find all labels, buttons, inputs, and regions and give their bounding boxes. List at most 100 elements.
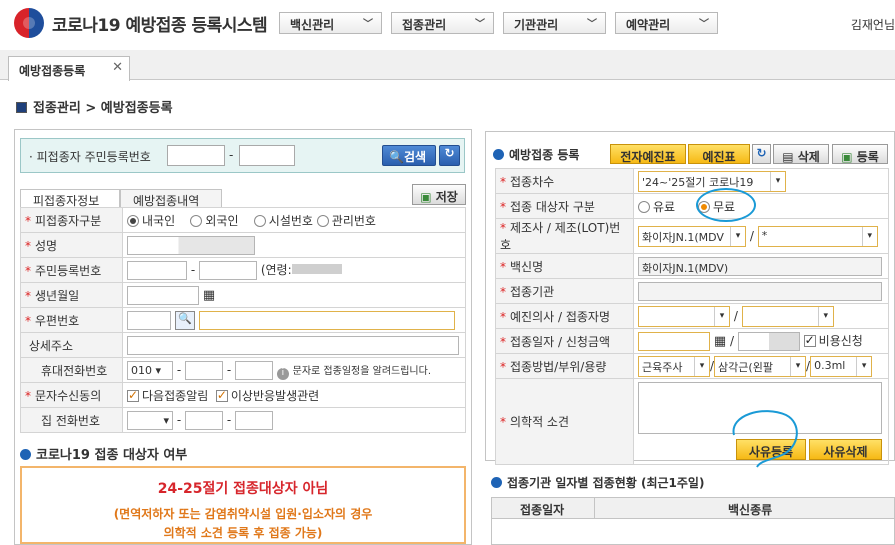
refresh-icon[interactable]: ↻ [439,145,460,166]
row-label: 집 전화번호 [20,407,123,433]
checkbox-label: 비용신청 [818,333,863,348]
dose-select[interactable]: '24~'25절기 코로나19 ▾ [638,170,786,192]
refresh-icon[interactable]: ↻ [752,144,771,164]
menu-vaccine-management[interactable]: 백신관리 ﹀ [279,12,382,34]
patient-form: * 피접종자구분 내국인 외국인 시설번호 관리번호 * 성명 * 주민등록번호 - … [20,207,466,433]
save-icon: ▣ [420,190,432,204]
birth-date-field[interactable] [127,285,199,305]
row-label: * 백신명 [495,253,634,279]
menu-vaccination-management[interactable]: 접종관리 ﹀ [391,12,494,34]
user-name[interactable]: 김재언님 [851,16,895,33]
rrn-back-input[interactable] [239,145,295,166]
home-last-field[interactable] [235,410,273,430]
row-label: * 접종방법/부위/용량 [495,353,634,379]
chevron-down-icon: ﹀ [699,19,709,30]
menu-label: 예약관리 [626,18,671,32]
name-field[interactable] [127,235,255,255]
site-select[interactable]: 삼각근(왼팔 ▾ [714,355,807,377]
row-label: 휴대전화번호 [20,357,123,383]
calendar-icon[interactable]: ▦ [714,334,726,349]
search-button[interactable]: 🔍검색 [382,145,436,166]
register-section-title: 예방접종 등록 [493,146,579,163]
column-divider [594,498,595,518]
tab-strip [0,50,895,80]
section-bullet-icon [493,149,504,160]
reason-delete-button[interactable]: 사유삭제 [809,439,882,460]
row-label: * 피접종자구분 [20,207,123,233]
vaccine-name-field: 화이자JN.1(MDV) [638,256,882,276]
tab-label: 예방접종등록 [19,64,86,78]
rrn-front-field[interactable] [127,260,187,280]
calendar-icon[interactable]: ▦ [203,288,215,303]
rrn-front-input[interactable] [167,145,225,166]
vaccinator-select[interactable]: ▾ [741,305,834,327]
chevron-down-icon: ﹀ [587,19,597,30]
delete-icon: ▤ [782,150,794,164]
amount-field[interactable] [737,331,800,351]
address-field[interactable] [198,310,455,330]
separator: - [229,148,234,162]
app-title: 코로나19 예방접종 등록시스템 [52,16,268,36]
delete-button[interactable]: ▤ 삭제 [773,144,829,164]
radio-label: 내국인 [142,213,176,228]
history-grid-header: 접종일자 백신종류 [491,497,895,519]
search-icon: 🔍 [389,150,404,164]
mobile-last-field[interactable] [235,360,273,380]
separator: - [176,412,182,427]
home-prefix-select[interactable]: ▾ [127,410,173,430]
breadcrumb-icon [16,102,27,113]
row-label: * 문자수신동의 [20,382,123,408]
radio-domestic[interactable] [127,214,139,227]
lot-select[interactable]: * ▾ [757,225,878,247]
radio-foreigner[interactable] [190,214,203,227]
menu-label: 접종관리 [402,18,447,32]
checkbox-nonpay[interactable] [803,333,816,347]
section-bullet-icon [20,449,31,460]
radio-facility[interactable] [253,214,266,227]
subtab-label: 예방접종내역 [133,194,200,208]
checkbox-adverse-reaction[interactable] [215,388,228,402]
close-icon[interactable]: ✕ [112,60,123,75]
breadcrumb: 접종관리 > 예방접종등록 [16,97,173,116]
notice-line2: 의학적 소견 등록 후 접종 가능) [163,526,323,540]
rrn-back-field[interactable] [199,260,257,280]
tab-vaccination-register[interactable]: 예방접종등록 ✕ [8,56,130,81]
mobile-middle-field[interactable] [185,360,223,380]
home-middle-field[interactable] [185,410,223,430]
radio-management[interactable] [316,214,329,227]
save-button[interactable]: ▣ 저장 [412,184,466,205]
menu-institution-management[interactable]: 기관관리 ﹀ [503,12,606,34]
zipcode-field[interactable] [127,310,171,330]
row-label: * 주민등록번호 [20,257,123,283]
radio-label: 관리번호 [331,213,376,228]
subtab-history[interactable]: 예방접종내역 [120,189,222,208]
vaccination-date-field[interactable] [638,331,710,351]
doctor-select[interactable]: ▾ [638,305,730,327]
volume-select[interactable]: 0.3ml ▾ [810,355,873,377]
row-label: * 생년월일 [20,282,123,308]
prescreen-button[interactable]: 예진표 [688,144,750,164]
section-bullet-icon [491,477,502,488]
history-grid-body [491,519,895,545]
column-header: 접종일자 [520,503,565,517]
radio-paid[interactable] [638,200,650,213]
search-icon[interactable]: 🔍 [174,310,195,330]
detail-address-field[interactable] [127,335,459,355]
chevron-down-icon: ﹀ [475,19,485,30]
mobile-prefix-select[interactable]: 010 ▾ [127,360,173,380]
separator: - [226,362,232,377]
row-label: * 우편번호 [20,307,123,333]
menu-label: 기관관리 [514,18,559,32]
maker-select[interactable]: 화이자JN.1(MDV ▾ [638,225,746,247]
menu-reservation-management[interactable]: 예약관리 ﹀ [615,12,718,34]
row-label: * 의학적 소견 [495,378,634,465]
menu-label: 백신관리 [290,18,335,32]
checkbox-next-vaccination[interactable] [127,388,139,402]
mobile-note: 문자로 접종일정을 알려드립니다. [292,365,431,377]
chevron-down-icon: ﹀ [363,19,373,30]
e-prescreen-button[interactable]: 전자예진표 [610,144,686,164]
subtab-patient-info[interactable]: 피접종자정보 [20,189,120,208]
route-select[interactable]: 근육주사 ▾ [638,355,710,377]
patient-type-radios: 내국인 외국인 시설번호 관리번호 [122,207,466,233]
register-button[interactable]: ▣ 등록 [832,144,888,164]
